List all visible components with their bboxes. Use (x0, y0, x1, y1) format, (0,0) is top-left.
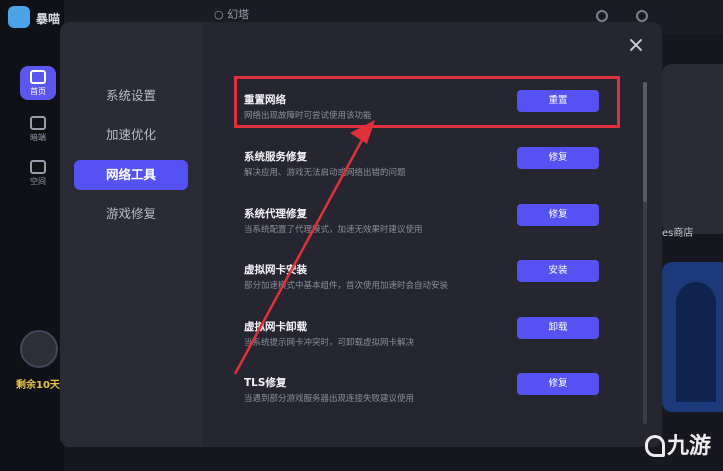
nav-home-label: 首页 (30, 87, 46, 96)
days-left: 剩余10天 (16, 380, 60, 391)
game-banner[interactable] (662, 262, 723, 412)
avatar[interactable] (20, 330, 58, 368)
store-label: es商店 (662, 228, 694, 239)
player-figure (676, 282, 716, 402)
nav-third[interactable]: 空间 (20, 156, 56, 190)
home-icon (30, 70, 46, 84)
app-logo-icon (8, 6, 30, 28)
nav-second-label: 暗端 (30, 133, 46, 142)
monitor-icon (30, 116, 46, 130)
user-icon[interactable] (636, 10, 648, 22)
search-value: 幻塔 (227, 8, 250, 21)
app-name: 暴喵 (36, 12, 61, 26)
search-icon: ○ (214, 8, 228, 21)
nav-home[interactable]: 首页 (20, 66, 56, 100)
app-sidebar: 暴喵 首页 暗端 空间 剩余10天 (0, 0, 64, 471)
nav-second[interactable]: 暗端 (20, 112, 56, 146)
watermark: 九游 (645, 428, 711, 460)
annotation-arrow (233, 120, 375, 375)
nine-game-logo-icon (645, 435, 665, 457)
watermark-text: 九游 (667, 434, 712, 459)
space-icon (30, 160, 46, 174)
nav-third-label: 空间 (30, 177, 46, 186)
game-card[interactable] (662, 64, 723, 234)
settings-dialog: 系统设置 加速优化 网络工具 游戏修复 重置网络 网络出现故障时可尝试使用该功能… (60, 22, 662, 447)
settings-icon[interactable] (596, 10, 608, 22)
